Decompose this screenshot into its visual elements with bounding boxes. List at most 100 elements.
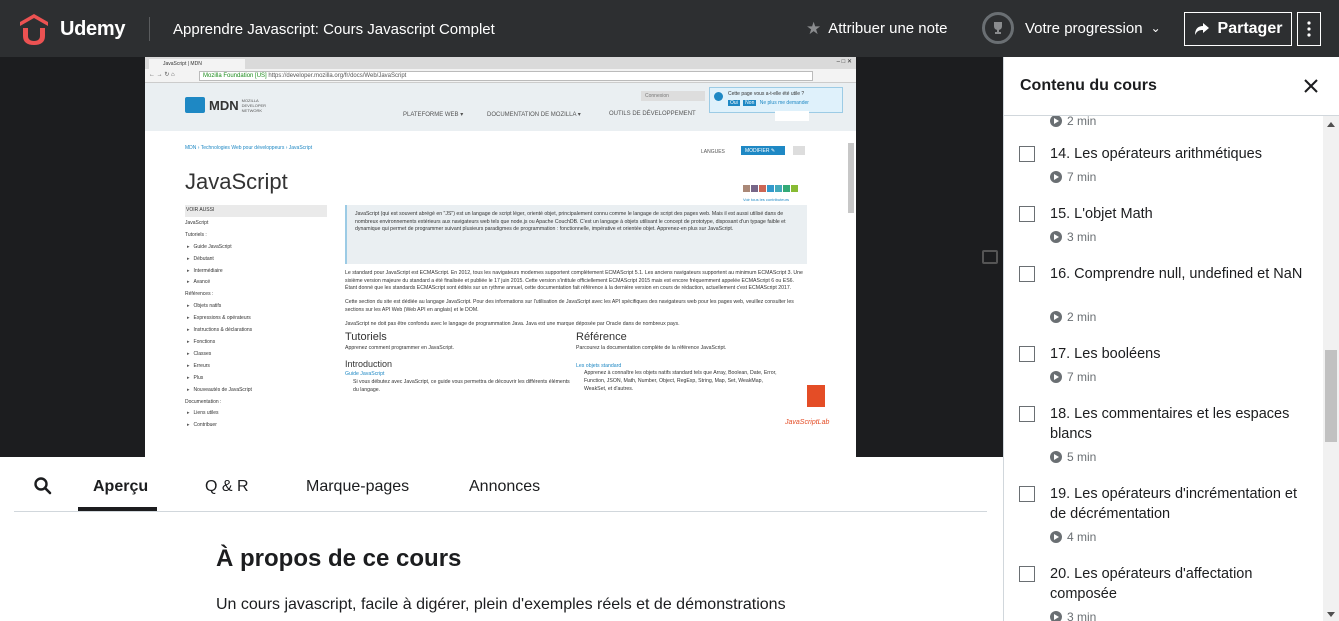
- tab-q-r[interactable]: Q & R: [205, 478, 249, 496]
- mdn-col-text: Parcourez la documentation complète de l…: [576, 344, 727, 351]
- lesson-duration: 5 min: [1050, 450, 1096, 464]
- lesson-title[interactable]: 18. Les commentaires et les espaces blan…: [1050, 404, 1314, 444]
- play-circle-icon: [1050, 371, 1062, 383]
- recorded-nav-arrows-icon: ← → ↻ ⌂: [149, 72, 175, 78]
- mdn-nav-item: DOCUMENTATION DE MOZILLA ▾: [487, 112, 581, 118]
- lesson-checkbox[interactable]: [1019, 346, 1035, 362]
- progress-label: Votre progression: [1025, 19, 1143, 37]
- mdn-sidebar-item: Contribuer: [185, 420, 327, 432]
- mdn-col-link-text: Si vous débutez avec JavaScript, ce guid…: [353, 379, 570, 393]
- course-title[interactable]: Apprendre Javascript: Cours Javascript C…: [173, 21, 495, 38]
- lesson-checkbox[interactable]: [1019, 266, 1035, 282]
- mdn-popup-yes: Oui: [728, 100, 740, 106]
- sidebar-scrollbar[interactable]: [1323, 116, 1339, 621]
- lesson-checkbox[interactable]: [1019, 146, 1035, 162]
- course-content-header: Contenu du cours: [1004, 57, 1339, 116]
- mdn-col-reference: Référence Parcourez la documentation com…: [576, 332, 807, 394]
- mdn-edit-button: MODIFIER ✎: [741, 146, 785, 155]
- mdn-sidebar-item: Plus: [185, 373, 327, 385]
- active-tab-indicator: [78, 507, 157, 511]
- udemy-logo[interactable]: Udemy: [14, 12, 126, 46]
- mdn-sidebar-item: Liens utiles: [185, 408, 327, 420]
- lesson-duration-text: 7 min: [1067, 370, 1097, 384]
- rate-course-label: Attribuer une note: [828, 20, 948, 37]
- share-arrow-icon: [1194, 23, 1209, 35]
- javascriptlab-label: JavaScriptLab: [785, 419, 830, 426]
- tab-annonces[interactable]: Annonces: [469, 478, 540, 496]
- lesson-duration-text: 2 min: [1067, 116, 1097, 128]
- tab-apercu[interactable]: Aperçu: [93, 478, 148, 496]
- lesson-checkbox[interactable]: [1019, 486, 1035, 502]
- mdn-contributors-link: Voir tous les contributeurs: [743, 197, 790, 202]
- recorded-window-controls: – □ ✕: [836, 59, 852, 65]
- mdn-sidebar: VOIR AUSSI JavaScript Tutoriels : Guide Jav…: [185, 205, 327, 432]
- udemy-u-icon: [20, 14, 48, 45]
- mdn-col-title: Tutoriels: [345, 331, 387, 344]
- info-icon: [714, 92, 723, 101]
- gear-icon: [793, 146, 805, 155]
- lesson-checkbox[interactable]: [1019, 206, 1035, 222]
- lesson-title[interactable]: 14. Les opérateurs arithmétiques: [1050, 144, 1314, 164]
- rate-course-button[interactable]: ★ Attribuer une note: [806, 20, 948, 37]
- close-icon[interactable]: [1302, 77, 1320, 95]
- scrollbar-thumb[interactable]: [1325, 350, 1337, 442]
- mdn-popup-no: Non: [743, 100, 757, 106]
- lesson-title[interactable]: 17. Les booléens: [1050, 344, 1314, 364]
- expand-icon[interactable]: [982, 250, 998, 264]
- mdn-sidebar-item: Instructions & déclarations: [185, 325, 327, 337]
- search-icon[interactable]: [34, 477, 52, 495]
- mdn-col-tutorials: Tutoriels Apprenez comment programmer en…: [345, 331, 576, 394]
- mdn-sidebar-item: Avancé: [185, 277, 327, 289]
- lesson-checkbox[interactable]: [1019, 406, 1035, 422]
- progress-dropdown[interactable]: Votre progression ⌄: [982, 12, 1161, 44]
- play-circle-icon: [1050, 116, 1062, 127]
- lesson-title[interactable]: 19. Les opérateurs d'incrémentation et d…: [1050, 484, 1314, 524]
- recorded-scrollbar: [848, 143, 854, 213]
- scroll-down-icon[interactable]: [1327, 612, 1335, 617]
- play-circle-icon: [1050, 171, 1062, 183]
- udemy-brand-text: Udemy: [60, 17, 126, 40]
- mdn-breadcrumb: MDN › Technologies Web pour développeurs…: [185, 145, 313, 151]
- mdn-main-content: JavaScript (qui est souvent abrégé en "J…: [345, 205, 807, 394]
- about-title: À propos de ce cours: [216, 545, 462, 572]
- progress-ring: [982, 12, 1014, 44]
- top-header: Udemy Apprendre Javascript: Cours Javasc…: [0, 0, 1339, 57]
- recorded-browser-tab: JavaScript | MDN: [149, 59, 245, 69]
- lesson-checkbox[interactable]: [1019, 566, 1035, 582]
- more-options-button[interactable]: [1297, 12, 1321, 46]
- mdn-sidebar-item: Objets natifs: [185, 301, 327, 313]
- tab-marque-pages[interactable]: Marque-pages: [306, 478, 409, 496]
- lesson-duration: 2 min: [1050, 310, 1096, 324]
- mdn-sidebar-item: Tutoriels :: [185, 231, 207, 238]
- mdn-popup-dismiss: Ne plus me demander: [759, 100, 809, 106]
- mdn-popup-text: Cette page vous a-t-elle été utile ?: [728, 91, 805, 97]
- play-circle-icon: [1050, 531, 1062, 543]
- trophy-icon: [994, 22, 1002, 34]
- star-icon: ★: [806, 19, 822, 38]
- lesson-duration-text: 3 min: [1067, 610, 1097, 621]
- mdn-langs: LANGUES: [701, 149, 725, 155]
- lesson-duration: 3 min: [1050, 230, 1096, 244]
- lesson-title[interactable]: 20. Les opérateurs d'affectation composé…: [1050, 564, 1314, 604]
- mdn-contributors: Voir tous les contributeurs: [743, 179, 799, 202]
- recorded-site-identity: Mozilla Foundation [US]: [203, 73, 267, 79]
- mdn-logo-sub: MOZILLA DEVELOPER NETWORK: [241, 97, 267, 113]
- mdn-col-link: Guide JavaScript: [345, 371, 385, 378]
- share-button[interactable]: Partager: [1184, 12, 1292, 46]
- video-frame[interactable]: JavaScript | MDN – □ ✕ ← → ↻ ⌂ Mozilla F…: [145, 57, 856, 457]
- mdn-sidebar-item: Classes: [185, 349, 327, 361]
- scroll-up-icon[interactable]: [1327, 122, 1335, 127]
- mdn-sidebar-item: Guide JavaScript: [185, 242, 327, 254]
- lesson-duration: 2 min: [1050, 116, 1096, 128]
- lesson-title[interactable]: 15. L'objet Math: [1050, 204, 1314, 224]
- mdn-sidebar-item: Nouveautés de JavaScript: [185, 385, 327, 397]
- lesson-duration-text: 7 min: [1067, 170, 1097, 184]
- lesson-title[interactable]: 16. Comprendre null, undefined et NaN: [1050, 264, 1314, 284]
- video-player[interactable]: JavaScript | MDN – □ ✕ ← → ↻ ⌂ Mozilla F…: [0, 57, 1003, 457]
- lesson-duration-text: 2 min: [1067, 310, 1097, 324]
- course-tabs: Aperçu Q & R Marque-pages Annonces: [14, 457, 987, 512]
- header-divider: [149, 17, 150, 41]
- play-circle-icon: [1050, 451, 1062, 463]
- mdn-sidebar-item: Documentation :: [185, 398, 222, 405]
- play-circle-icon: [1050, 311, 1062, 323]
